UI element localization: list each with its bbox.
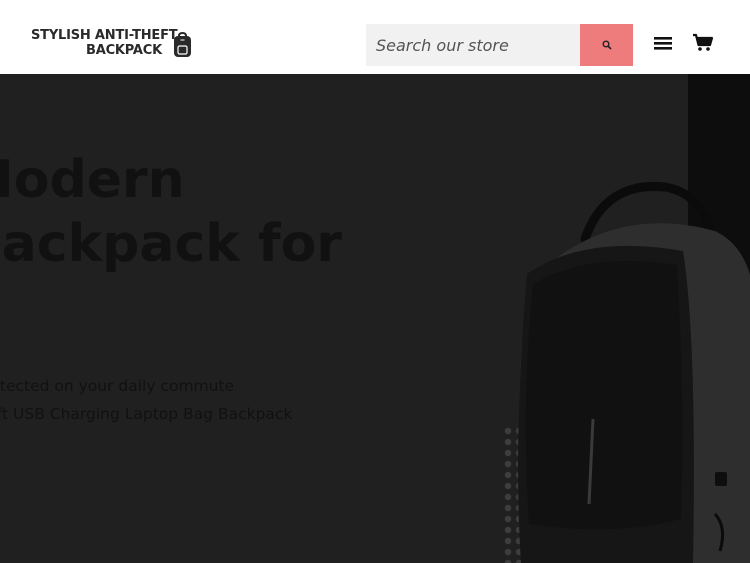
hero-title: Modern Backpack for (0, 148, 342, 276)
search-input[interactable] (366, 24, 580, 66)
backpack-logo-icon (174, 32, 191, 57)
hero-subtitle-line2: Anti-theft USB Charging Laptop Bag Backp… (0, 405, 293, 423)
search-icon (602, 40, 612, 50)
backpack-image (518, 181, 750, 563)
hero-subtitle: Stay protected on your daily commute Ant… (0, 372, 292, 428)
logo[interactable]: STYLISH ANTI-THEFT BACKPACK (28, 28, 198, 62)
logo-line1: STYLISH ANTI-THEFT (31, 28, 178, 43)
hamburger-menu-icon (654, 37, 672, 50)
hero-title-line2: Backpack for (0, 214, 342, 274)
search-button[interactable] (580, 24, 633, 66)
hero-title-line1: Modern (0, 150, 185, 210)
hero-subtitle-line1: Stay protected on your daily commute (0, 377, 235, 395)
cart-icon (693, 33, 714, 51)
cart-button[interactable] (691, 30, 715, 54)
hero-banner: Modern Backpack for Stay protected on yo… (0, 74, 750, 563)
menu-button[interactable] (651, 32, 675, 54)
site-header: STYLISH ANTI-THEFT BACKPACK (0, 0, 750, 74)
logo-line2: BACKPACK (86, 43, 162, 58)
